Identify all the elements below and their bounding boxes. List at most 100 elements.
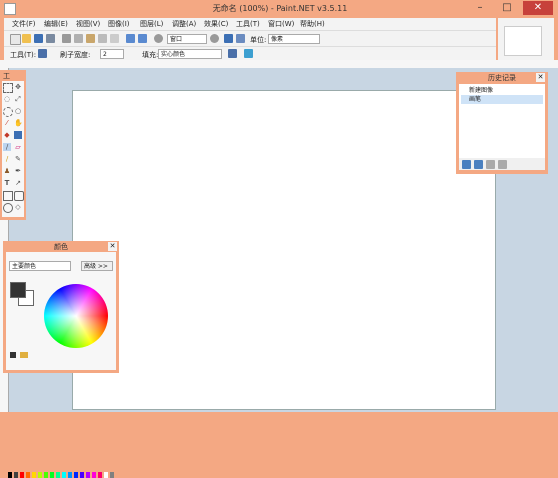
palette-swatch[interactable] bbox=[32, 472, 36, 478]
menu-edit[interactable]: 编辑(E) bbox=[44, 19, 68, 29]
menu-adjust[interactable]: 调整(A) bbox=[172, 19, 196, 29]
undo-icon[interactable] bbox=[126, 34, 135, 43]
blend-mode-icon[interactable] bbox=[244, 49, 253, 58]
pan-icon[interactable]: ✋ bbox=[14, 119, 23, 127]
tools-panel: 工 ✥ ◌ ⤢ ○ ⁄ ✋ ◆ / ▱ / ✎ ♟ ✒ T ↗ ◇ bbox=[0, 70, 26, 220]
open-file-icon[interactable] bbox=[22, 34, 31, 43]
palette-swatch[interactable] bbox=[56, 472, 60, 478]
color-mode-select[interactable]: 主要颜色 bbox=[9, 261, 71, 271]
menu-file[interactable]: 文件(F) bbox=[12, 19, 36, 29]
color-wheel[interactable] bbox=[44, 284, 108, 348]
primary-color-swatch[interactable] bbox=[10, 282, 26, 298]
zoom-tool-icon[interactable]: ○ bbox=[14, 107, 22, 115]
palette-swatch[interactable] bbox=[62, 472, 66, 478]
menu-tools[interactable]: 工具(T) bbox=[236, 19, 260, 29]
zoom-icon[interactable] bbox=[154, 34, 163, 43]
palette-swatch[interactable] bbox=[50, 472, 54, 478]
palette-swatch[interactable] bbox=[98, 472, 102, 478]
palette-swatch[interactable] bbox=[92, 472, 96, 478]
main-toolbar: 窗口 单位: 像素 bbox=[4, 30, 496, 47]
palette-menu-icon[interactable] bbox=[20, 352, 28, 358]
copy-icon[interactable] bbox=[74, 34, 83, 43]
line-icon[interactable]: ↗ bbox=[14, 179, 22, 187]
menu-help[interactable]: 帮助(H) bbox=[300, 19, 325, 29]
palette-swatch[interactable] bbox=[8, 472, 12, 478]
fill-select[interactable]: 实心颜色 bbox=[158, 49, 222, 59]
palette-swatch[interactable] bbox=[20, 472, 24, 478]
move-selection-icon[interactable]: ⤢ bbox=[14, 95, 22, 103]
crop-icon[interactable] bbox=[98, 34, 107, 43]
fast-forward-icon[interactable] bbox=[498, 160, 507, 169]
eraser-icon[interactable]: ▱ bbox=[14, 143, 22, 151]
tool-options-bar: 工具(T): 刷子宽度: 2 填充: 实心颜色 bbox=[4, 46, 496, 61]
zoom-in-icon[interactable] bbox=[210, 34, 219, 43]
color-palette bbox=[8, 362, 114, 478]
history-item[interactable]: 画笔 bbox=[461, 95, 543, 104]
history-close-button[interactable]: ✕ bbox=[536, 73, 545, 82]
brush-width-select[interactable]: 2 bbox=[100, 49, 124, 59]
rect-select-icon[interactable] bbox=[3, 83, 13, 93]
ellipse-icon[interactable] bbox=[3, 203, 13, 213]
app-icon bbox=[4, 3, 16, 15]
menu-effects[interactable]: 效果(C) bbox=[204, 19, 228, 29]
tool-label: 工具(T): bbox=[10, 51, 37, 59]
colors-close-button[interactable]: ✕ bbox=[108, 242, 117, 251]
grid-icon[interactable] bbox=[224, 34, 233, 43]
reset-colors-icon[interactable] bbox=[10, 352, 16, 358]
new-file-icon[interactable] bbox=[10, 34, 21, 45]
redo-icon[interactable] bbox=[138, 34, 147, 43]
palette-swatch[interactable] bbox=[110, 472, 114, 478]
palette-swatch[interactable] bbox=[74, 472, 78, 478]
deselect-icon[interactable] bbox=[110, 34, 119, 43]
palette-swatch[interactable] bbox=[26, 472, 30, 478]
paint-bucket-icon[interactable]: ◆ bbox=[3, 131, 11, 139]
undo-history-icon[interactable] bbox=[474, 160, 483, 169]
rulers-icon[interactable] bbox=[236, 34, 245, 43]
image-thumbnail[interactable] bbox=[504, 26, 542, 56]
history-item[interactable]: 新建图像 bbox=[461, 86, 543, 95]
clone-stamp-icon[interactable]: ♟ bbox=[3, 167, 11, 175]
palette-swatch[interactable] bbox=[44, 472, 48, 478]
ellipse-select-icon[interactable] bbox=[3, 107, 13, 117]
colors-body: 主要颜色 高级 >> bbox=[6, 252, 116, 478]
move-icon[interactable]: ✥ bbox=[14, 83, 22, 91]
recolor-icon[interactable]: ✒ bbox=[14, 167, 22, 175]
cut-icon[interactable] bbox=[62, 34, 71, 43]
freeform-shape-icon[interactable]: ◇ bbox=[14, 203, 22, 211]
magic-wand-icon[interactable]: ⁄ bbox=[3, 119, 11, 127]
more-button[interactable]: 高级 >> bbox=[81, 261, 113, 271]
palette-swatch[interactable] bbox=[86, 472, 90, 478]
fill-label: 填充: bbox=[142, 51, 159, 59]
paintbrush-tool-icon[interactable]: / bbox=[3, 143, 11, 151]
redo-history-icon[interactable] bbox=[486, 160, 495, 169]
text-icon[interactable]: T bbox=[3, 179, 11, 187]
menu-image[interactable]: 图像(I) bbox=[108, 19, 130, 29]
palette-swatch[interactable] bbox=[80, 472, 84, 478]
palette-swatch[interactable] bbox=[68, 472, 72, 478]
units-select[interactable]: 像素 bbox=[268, 34, 320, 44]
menu-view[interactable]: 视图(V) bbox=[76, 19, 100, 29]
paste-icon[interactable] bbox=[86, 34, 95, 43]
print-icon[interactable] bbox=[46, 34, 55, 43]
minimize-button[interactable]: – bbox=[468, 1, 492, 15]
history-list: 新建图像 画笔 bbox=[459, 84, 545, 170]
color-picker-icon[interactable]: ✎ bbox=[14, 155, 22, 163]
rewind-icon[interactable] bbox=[462, 160, 471, 169]
palette-swatch[interactable] bbox=[38, 472, 42, 478]
palette-swatch[interactable] bbox=[104, 472, 108, 478]
close-button[interactable]: ✕ bbox=[523, 1, 553, 15]
gradient-icon[interactable] bbox=[14, 131, 22, 139]
image-canvas[interactable] bbox=[72, 90, 496, 410]
lasso-icon[interactable]: ◌ bbox=[3, 95, 11, 103]
antialias-icon[interactable] bbox=[228, 49, 237, 58]
menu-window[interactable]: 窗口(W) bbox=[268, 19, 294, 29]
save-icon[interactable] bbox=[34, 34, 43, 43]
pencil-icon[interactable]: / bbox=[3, 155, 11, 163]
zoom-select[interactable]: 窗口 bbox=[167, 34, 207, 44]
palette-swatch[interactable] bbox=[14, 472, 18, 478]
rectangle-icon[interactable] bbox=[3, 191, 13, 201]
menu-layer[interactable]: 图层(L) bbox=[140, 19, 163, 29]
paintbrush-icon[interactable] bbox=[38, 49, 47, 58]
rounded-rectangle-icon[interactable] bbox=[14, 191, 24, 201]
maximize-button[interactable]: □ bbox=[494, 1, 520, 15]
